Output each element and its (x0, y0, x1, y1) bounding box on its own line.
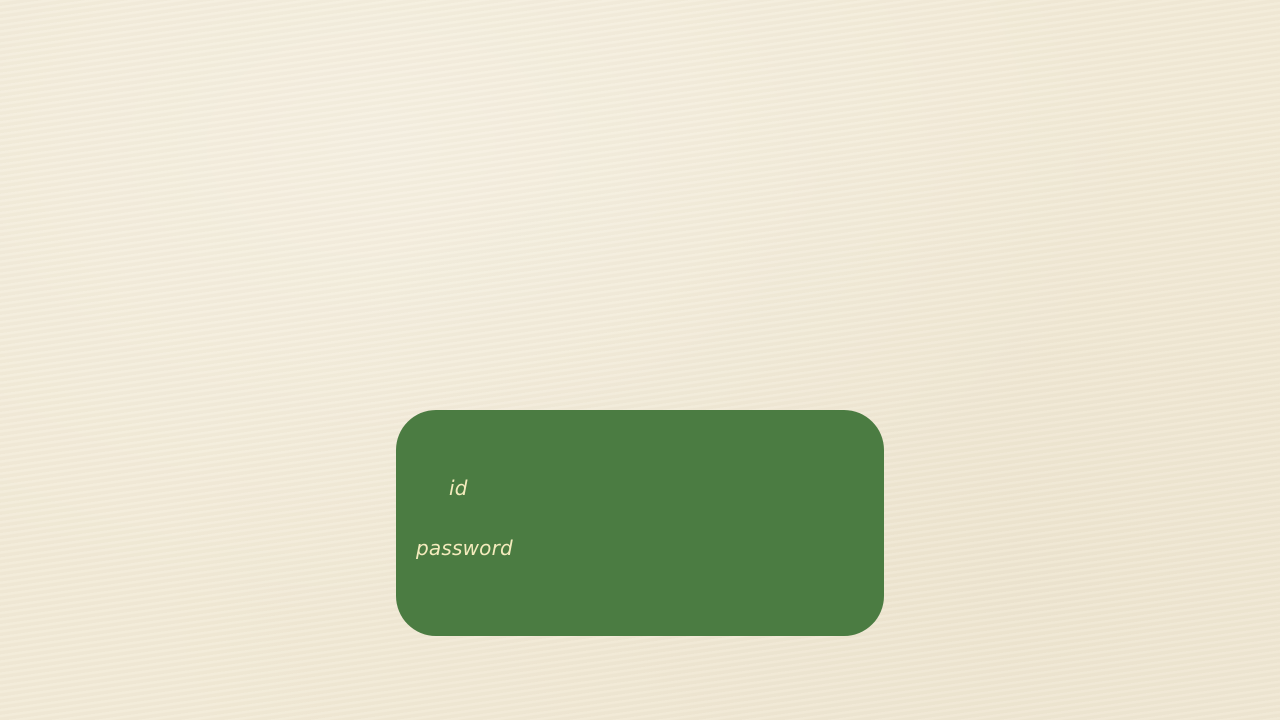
id-input[interactable] (516, 474, 840, 506)
password-label: password (416, 536, 513, 560)
id-label: id (449, 476, 468, 500)
password-input[interactable] (516, 534, 840, 566)
login-panel: id password (396, 410, 884, 636)
